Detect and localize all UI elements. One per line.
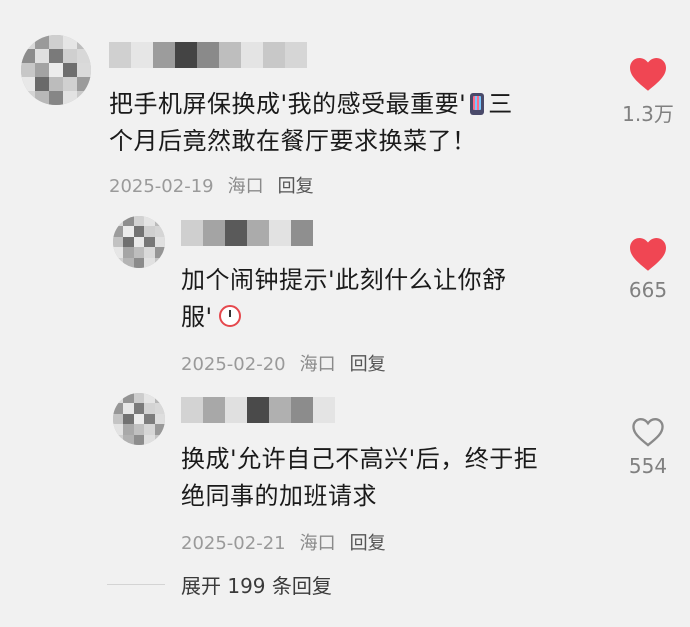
like-count: 665 — [628, 278, 668, 302]
username-blurred[interactable] — [109, 42, 307, 68]
phone-emoji-icon — [470, 93, 485, 115]
comment-meta: 2025-02-21 海口 回复 — [181, 533, 386, 555]
comment-meta: 2025-02-20 海口 回复 — [181, 354, 386, 376]
comment-date: 2025-02-21 — [181, 533, 286, 554]
divider-line — [107, 584, 165, 585]
reply-button[interactable]: 回复 — [350, 354, 386, 376]
comment-text-line: 加个闹钟提示'此刻什么让你舒 — [181, 266, 507, 294]
reply-button[interactable]: 回复 — [350, 533, 386, 555]
comment-text: 换成'允许自己不高兴'后，终于拒 绝同事的加班请求 — [181, 441, 601, 515]
comment-location: 海口 — [227, 176, 264, 197]
reply-button[interactable]: 回复 — [278, 176, 314, 198]
comment-location: 海口 — [299, 533, 336, 554]
username-blurred[interactable] — [181, 220, 313, 246]
comment-text-line: 个月后竟然敢在餐厅要求换菜了！ — [109, 127, 477, 155]
like-button[interactable]: 665 — [613, 236, 683, 302]
comment-text: 把手机屏保换成'我的感受最重要' 三 个月后竟然敢在餐厅要求换菜了！ — [109, 86, 589, 160]
avatar[interactable] — [113, 216, 165, 268]
expand-replies-label: 展开 199 条回复 — [181, 574, 332, 598]
comment-text-line: 服' — [181, 303, 213, 331]
like-button[interactable]: 554 — [613, 416, 683, 478]
comment-date: 2025-02-20 — [181, 354, 286, 375]
comment-text: 加个闹钟提示'此刻什么让你舒 服' — [181, 262, 601, 336]
comment-text-line: 三 — [488, 90, 513, 118]
comment-date: 2025-02-19 — [109, 176, 214, 197]
avatar[interactable] — [113, 393, 165, 445]
like-button[interactable]: 1.3万 — [613, 56, 683, 127]
like-count: 1.3万 — [622, 102, 674, 126]
comment-text-line: 绝同事的加班请求 — [181, 482, 377, 510]
avatar[interactable] — [21, 35, 91, 105]
like-count: 554 — [628, 454, 668, 478]
alarm-clock-emoji-icon — [218, 305, 241, 327]
comment-text-line: 换成'允许自己不高兴'后，终于拒 — [181, 445, 539, 473]
comment-thread: 把手机屏保换成'我的感受最重要' 三 个月后竟然敢在餐厅要求换菜了！ 2025-0… — [0, 0, 690, 627]
comment-text-line: 把手机屏保换成'我的感受最重要' — [109, 90, 467, 118]
comment-location: 海口 — [299, 354, 336, 375]
expand-replies-button[interactable]: 展开 199 条回复 — [107, 570, 332, 599]
heart-filled-icon — [630, 237, 666, 271]
heart-filled-icon — [630, 57, 666, 91]
heart-outline-icon — [632, 418, 664, 447]
comment-meta: 2025-02-19 海口 回复 — [109, 176, 314, 198]
username-blurred[interactable] — [181, 397, 335, 423]
